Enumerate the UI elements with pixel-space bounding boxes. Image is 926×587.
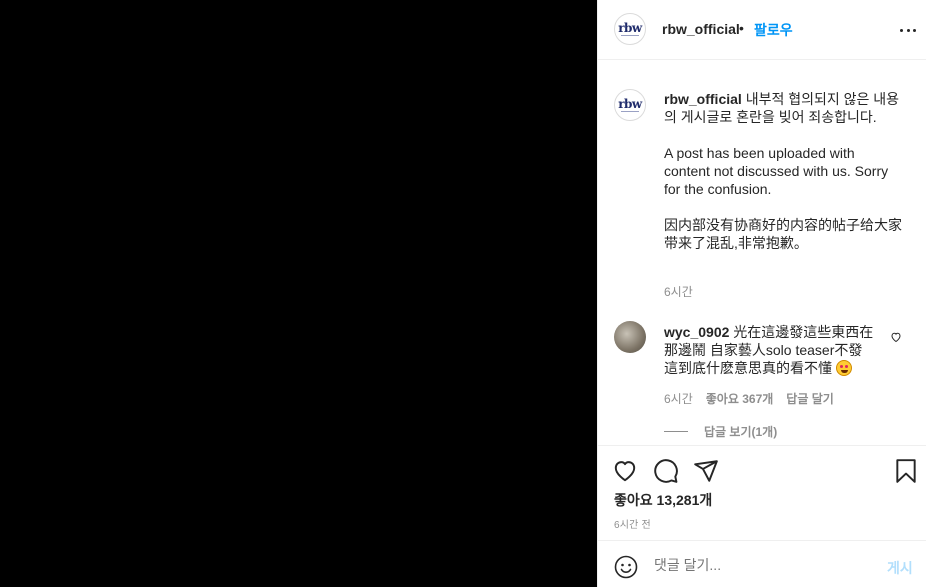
post-side-panel: rbw rbw_official • 팔로우 rbw rbw_official bbox=[597, 0, 926, 587]
avatar[interactable]: rbw bbox=[614, 89, 646, 121]
comments-scroll-area[interactable]: rbw rbw_official 내부적 협의되지 않은 내용의 게시글로 혼란… bbox=[598, 61, 926, 445]
avatar-logo-text: rbw bbox=[618, 96, 642, 111]
comment-username[interactable]: wyc_0902 bbox=[664, 324, 729, 340]
comment-meta: 6시간 좋아요 367개 답글 달기 bbox=[664, 390, 834, 407]
post-comment-button[interactable]: 게시 bbox=[887, 558, 913, 578]
header-separator-dot: • bbox=[739, 20, 744, 36]
heart-icon[interactable] bbox=[612, 458, 638, 484]
comment-box: 게시 bbox=[598, 540, 926, 587]
post-media[interactable] bbox=[0, 0, 597, 587]
avatar-logo-underline bbox=[621, 110, 639, 112]
post-modal: rbw rbw_official • 팔로우 rbw rbw_official bbox=[0, 0, 926, 587]
more-dot bbox=[906, 28, 910, 32]
header-username[interactable]: rbw_official bbox=[662, 21, 740, 37]
caption-time[interactable]: 6시간 bbox=[664, 283, 693, 300]
caption-english: A post has been uploaded with content no… bbox=[664, 145, 889, 197]
more-dot bbox=[900, 28, 903, 32]
caption-chinese: 因内部没有协商好的内容的帖子给大家带来了混乱,非常抱歉。 bbox=[664, 217, 902, 251]
comment-likes[interactable]: 좋아요 367개 bbox=[706, 390, 774, 407]
post-time-ago[interactable]: 6시간 전 bbox=[614, 516, 651, 531]
avatar-logo-text: rbw bbox=[618, 20, 642, 35]
view-replies-button[interactable]: 답글 보기(1개) bbox=[664, 423, 777, 440]
replies-divider-line bbox=[664, 431, 688, 432]
post-header: rbw rbw_official • 팔로우 bbox=[598, 0, 926, 60]
heart-outline-icon[interactable] bbox=[890, 331, 902, 343]
caption-text: rbw_official 내부적 협의되지 않은 내용의 게시글로 혼란을 빚어… bbox=[664, 90, 904, 252]
comment-time[interactable]: 6시간 bbox=[664, 390, 693, 407]
comment-icon[interactable] bbox=[653, 458, 679, 484]
comment-input[interactable] bbox=[654, 557, 874, 573]
follow-button[interactable]: 팔로우 bbox=[754, 20, 793, 40]
caption-username[interactable]: rbw_official bbox=[664, 91, 742, 107]
likes-count[interactable]: 좋아요 13,281개 bbox=[614, 490, 712, 510]
bookmark-icon[interactable] bbox=[893, 458, 919, 484]
share-icon[interactable] bbox=[693, 458, 719, 484]
avatar-logo-underline bbox=[621, 34, 639, 36]
star-struck-emoji-icon bbox=[835, 360, 852, 376]
comment-text: wyc_0902 光在這邊發這些東西在那邊鬧 自家藝人solo teaser不發… bbox=[664, 323, 878, 377]
post-actions: 좋아요 13,281개 6시간 전 bbox=[598, 445, 926, 540]
smile-icon[interactable] bbox=[614, 555, 638, 579]
commenter-avatar[interactable] bbox=[614, 321, 646, 353]
reply-button[interactable]: 답글 달기 bbox=[786, 390, 834, 407]
view-replies-label: 답글 보기(1개) bbox=[704, 425, 778, 439]
more-horizontal-icon[interactable] bbox=[900, 22, 916, 38]
more-dot bbox=[913, 28, 916, 32]
avatar[interactable]: rbw bbox=[614, 13, 646, 45]
